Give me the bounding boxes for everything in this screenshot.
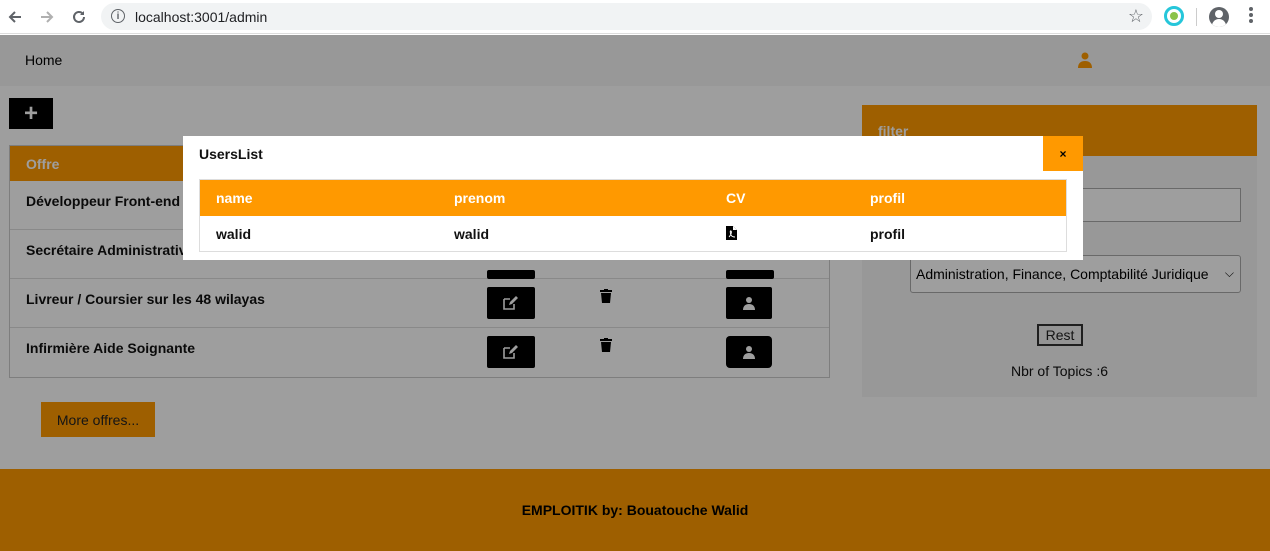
users-list-modal: UsersList × name prenom CV profil walid … [183,136,1083,260]
users-table: name prenom CV profil walid walid profil [199,179,1067,252]
table-row: walid walid profil [200,216,1066,251]
address-bar[interactable]: i localhost:3001/admin ☆ [101,3,1152,30]
menu-kebab-icon[interactable] [1247,7,1255,25]
bookmark-star-icon[interactable]: ☆ [1128,6,1144,27]
forward-icon[interactable] [36,6,58,28]
column-header-prenom: prenom [454,190,506,206]
modal-title: UsersList [199,146,263,162]
column-header-cv: CV [726,190,746,206]
modal-close-button[interactable]: × [1043,136,1083,171]
user-prenom: walid [454,226,490,242]
pdf-file-icon[interactable] [726,226,737,240]
column-header-profil: profil [870,190,905,206]
extension-icon[interactable] [1164,6,1184,26]
account-icon[interactable] [1209,7,1229,27]
browser-toolbar: i localhost:3001/admin ☆ [0,0,1270,34]
url-text[interactable]: localhost:3001/admin [135,9,267,25]
users-table-header: name prenom CV profil [200,180,1066,216]
modal-backdrop[interactable] [0,35,1270,551]
back-icon[interactable] [4,6,26,28]
column-header-name: name [216,190,253,206]
reload-icon[interactable] [68,6,90,28]
toolbar-divider [1196,8,1197,26]
user-profil-link[interactable]: profil [870,226,905,242]
user-name: walid [216,226,252,242]
info-icon[interactable]: i [111,9,125,23]
